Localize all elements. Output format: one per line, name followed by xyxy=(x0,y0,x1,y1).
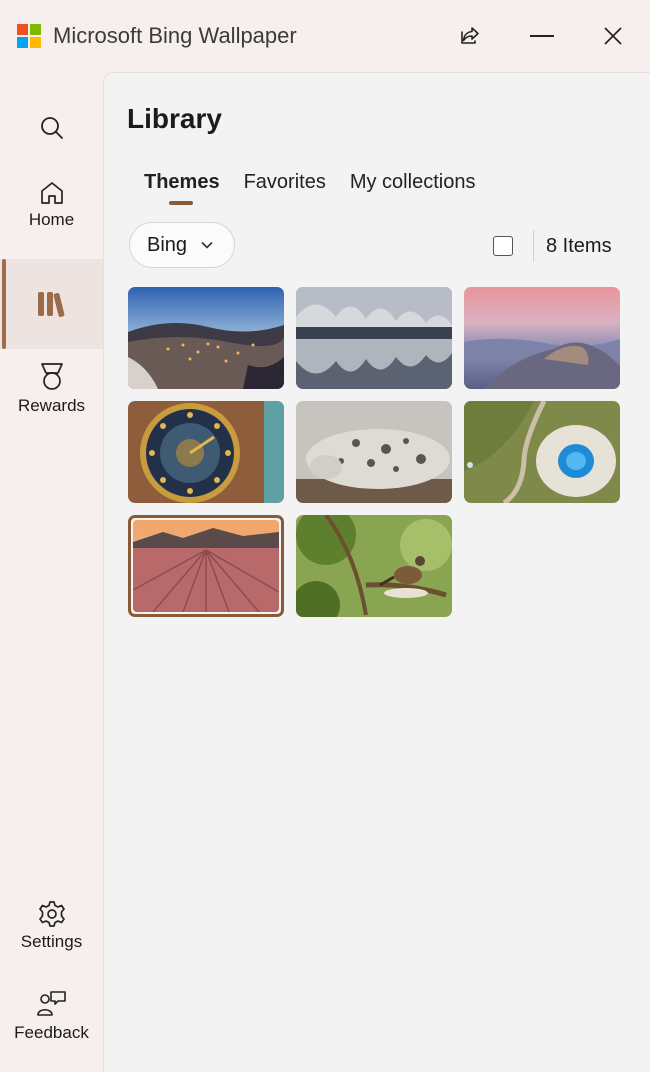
wallpaper-image xyxy=(296,515,452,617)
sidebar-item-home[interactable]: Home xyxy=(0,180,103,240)
app-title: Microsoft Bing Wallpaper xyxy=(53,23,297,48)
wallpaper-image xyxy=(128,401,284,503)
sidebar-item-label: Home xyxy=(28,210,75,229)
wallpaper-thumbnail[interactable] xyxy=(464,287,620,389)
close-button[interactable] xyxy=(595,18,631,54)
wallpaper-image xyxy=(296,287,452,389)
wallpaper-image xyxy=(464,287,620,389)
sidebar-item-rewards[interactable]: Rewards xyxy=(0,362,103,422)
sidebar-item-library[interactable] xyxy=(0,259,103,349)
page-title: Library xyxy=(127,103,222,134)
sidebar: Home Rewards Settings Feedback xyxy=(0,72,103,1072)
sidebar-item-label: Rewards xyxy=(17,396,86,415)
tab-themes[interactable]: Themes xyxy=(144,171,244,205)
source-dropdown[interactable]: Bing xyxy=(129,222,235,268)
share-icon xyxy=(461,27,479,44)
wallpaper-image xyxy=(464,401,620,503)
wallpaper-image xyxy=(296,401,452,503)
active-tab-indicator xyxy=(169,201,193,205)
tab-label: Favorites xyxy=(243,171,326,193)
selected-frame xyxy=(133,520,279,612)
divider xyxy=(533,230,534,262)
wallpaper-image xyxy=(128,287,284,389)
microsoft-logo-icon xyxy=(17,24,41,48)
item-count: 8 Items xyxy=(546,235,612,257)
wallpaper-thumbnail[interactable] xyxy=(464,401,620,503)
wallpaper-image xyxy=(133,520,279,612)
dropdown-value: Bing xyxy=(147,233,188,256)
close-icon xyxy=(604,27,622,45)
chevron-down-icon xyxy=(201,241,213,249)
select-all-checkbox[interactable] xyxy=(493,236,513,256)
minimize-icon xyxy=(530,35,554,37)
library-panel: Library Themes Favorites My collections … xyxy=(103,72,650,1072)
sidebar-item-settings[interactable]: Settings xyxy=(0,900,103,960)
library-icon xyxy=(37,292,64,317)
wallpaper-thumbnail-selected[interactable] xyxy=(128,515,284,617)
tab-label: Themes xyxy=(144,171,220,193)
tab-favorites[interactable]: Favorites xyxy=(244,171,350,194)
wallpaper-thumbnail[interactable] xyxy=(296,287,452,389)
tab-my-collections[interactable]: My collections xyxy=(350,171,500,194)
medal-icon xyxy=(40,363,63,390)
sidebar-item-label: Feedback xyxy=(14,1023,89,1042)
search-icon xyxy=(40,117,63,139)
share-button[interactable] xyxy=(452,18,488,54)
sidebar-item-label: Settings xyxy=(20,932,83,951)
title-bar: Microsoft Bing Wallpaper xyxy=(0,0,650,72)
tab-bar: Themes Favorites My collections xyxy=(144,171,500,205)
tab-label: My collections xyxy=(349,171,476,193)
wallpaper-thumbnail[interactable] xyxy=(296,401,452,503)
wallpaper-thumbnail[interactable] xyxy=(296,515,452,617)
sidebar-item-feedback[interactable]: Feedback xyxy=(0,989,103,1049)
feedback-icon xyxy=(36,991,66,1016)
wallpaper-thumbnail[interactable] xyxy=(128,287,284,389)
wallpaper-thumbnail[interactable] xyxy=(128,401,284,503)
gear-icon xyxy=(38,901,65,927)
minimize-button[interactable] xyxy=(524,18,560,54)
sidebar-item-search[interactable] xyxy=(0,108,103,148)
home-icon xyxy=(40,182,63,204)
